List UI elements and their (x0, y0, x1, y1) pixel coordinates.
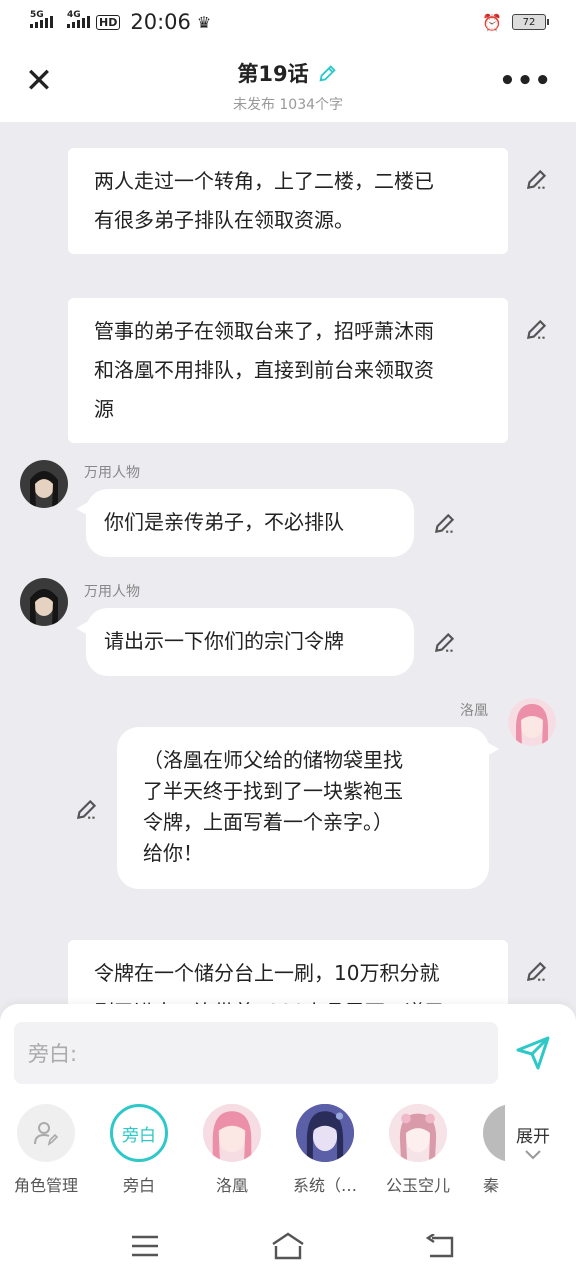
more-options-button[interactable]: ••• (499, 66, 552, 96)
back-icon[interactable] (424, 1234, 456, 1260)
narration-line: 源 (94, 397, 114, 421)
avatar[interactable] (508, 698, 556, 746)
crown-icon: ♛ (196, 12, 212, 32)
message-line: 了半天终于找到了一块紫袍玉 (143, 779, 403, 803)
word-count-status: 未发布 1034个字 (232, 97, 344, 113)
home-icon[interactable] (270, 1232, 306, 1260)
role-narrator[interactable]: 旁白 旁白 (93, 1100, 185, 1196)
role-manage-button[interactable]: 角色管理 (0, 1100, 92, 1196)
role-label: 旁白 (122, 1176, 155, 1195)
edit-icon[interactable] (524, 316, 550, 342)
clock: 20:06 (130, 10, 191, 34)
role-label: 系统（… (292, 1176, 357, 1195)
top-bar: ✕ 第19话 未发布 1034个字 ••• (0, 44, 576, 122)
message-bubble[interactable]: （洛凰在师父给的储物袋里找 了半天终于找到了一块紫袍玉 令牌，上面写着一个亲字。… (117, 727, 499, 889)
page-title: 第19话 (237, 62, 309, 86)
message-input[interactable]: 旁白: (14, 1022, 498, 1084)
role-label: 角色管理 (13, 1176, 78, 1195)
edit-icon[interactable] (432, 629, 458, 655)
character-name: 洛凰 (460, 703, 488, 719)
hd-voice-icon: HD (96, 14, 121, 30)
narration-card[interactable]: 两人走过一个转角，上了二楼，二楼已 有很多弟子排队在领取资源。 (68, 148, 508, 254)
edit-icon[interactable] (524, 958, 550, 984)
battery-icon: 72 (512, 14, 549, 30)
expand-button[interactable]: 展开 (516, 1122, 550, 1167)
narration-line: 有很多弟子排队在领取资源。 (94, 208, 354, 232)
message-bubble[interactable]: 请出示一下你们的宗门令牌 (76, 608, 414, 676)
narration-card[interactable]: 令牌在一个储分台上一刷，10万积分就 刷了进去，连带着1000上品灵石，道已 (68, 940, 508, 1007)
role-luohuang[interactable]: 洛凰 (186, 1100, 278, 1196)
message-text: 请出示一下你们的宗门令牌 (104, 629, 344, 653)
role-label: 洛凰 (215, 1176, 248, 1195)
message-bubble[interactable]: 你们是亲传弟子，不必排队 (76, 489, 414, 557)
message-line: （洛凰在师父给的储物袋里找 (143, 748, 403, 772)
edit-title-icon[interactable] (317, 62, 339, 84)
expand-label: 展开 (516, 1127, 550, 1147)
status-bar: 5G 4G HD 20:06 ♛ ⏰ 72 (0, 0, 576, 44)
edit-icon[interactable] (524, 166, 550, 192)
narration-line: 管事的弟子在领取台来了，招呼萧沐雨 (94, 319, 434, 343)
edit-icon[interactable] (432, 510, 458, 536)
message-line: 令牌，上面写着一个亲字。） (143, 810, 393, 834)
character-name: 万用人物 (84, 584, 140, 600)
character-name: 万用人物 (84, 465, 140, 481)
role-label: 公玉空儿 (385, 1176, 450, 1195)
message-text: 你们是亲传弟子，不必排队 (104, 510, 344, 534)
role-label: 秦 (483, 1176, 500, 1195)
send-icon[interactable] (514, 1032, 554, 1072)
role-qin[interactable]: 秦 (465, 1100, 505, 1196)
narration-line: 和洛凰不用排队，直接到前台来领取资 (94, 358, 434, 382)
composer-panel: 旁白: 角色管理 旁白 旁白 洛凰 系统（… 公玉空儿 秦 展开 (0, 1004, 576, 1214)
avatar[interactable] (20, 460, 68, 508)
signal-5g-icon: 5G (30, 10, 53, 28)
role-selector: 角色管理 旁白 旁白 洛凰 系统（… 公玉空儿 秦 展开 (0, 1100, 576, 1200)
avatar (483, 1104, 505, 1162)
edit-icon[interactable] (74, 796, 100, 822)
alarm-icon: ⏰ (482, 12, 502, 32)
chevron-down-icon (525, 1150, 541, 1160)
signal-4g-icon: 4G (67, 10, 90, 28)
chat-area[interactable]: 两人走过一个转角，上了二楼，二楼已 有很多弟子排队在领取资源。 管事的弟子在领取… (0, 122, 576, 1007)
avatar (203, 1104, 261, 1162)
role-system[interactable]: 系统（… (279, 1100, 371, 1196)
avatar (389, 1104, 447, 1162)
user-edit-icon (17, 1104, 75, 1162)
narration-card[interactable]: 管事的弟子在领取台来了，招呼萧沐雨 和洛凰不用排队，直接到前台来领取资 源 (68, 298, 508, 443)
role-gongyu-konger[interactable]: 公玉空儿 (372, 1100, 464, 1196)
narration-line: 令牌在一个储分台上一刷，10万积分就 (94, 961, 440, 985)
avatar[interactable] (20, 578, 68, 626)
menu-icon[interactable] (130, 1234, 160, 1258)
system-nav-bar (0, 1214, 576, 1280)
message-line: 给你！ (143, 841, 203, 865)
avatar (296, 1104, 354, 1162)
narration-line: 两人走过一个转角，上了二楼，二楼已 (94, 169, 434, 193)
narrator-icon: 旁白 (110, 1104, 168, 1162)
